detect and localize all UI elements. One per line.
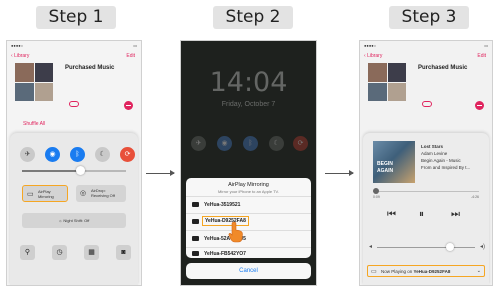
night-shift-button[interactable]: ☼ Night Shift: Off	[22, 213, 126, 228]
shuffle-all-button[interactable]: Shuffle All	[23, 121, 45, 127]
remaining-time: -4:26	[471, 195, 479, 199]
apple-tv-icon	[192, 202, 199, 207]
airplane-mode-icon[interactable]: ✈	[191, 136, 206, 151]
back-label: Library	[367, 53, 383, 59]
airdrop-icon: ◎	[80, 190, 87, 197]
edit-button[interactable]: Edit	[126, 53, 135, 59]
status-bar: ●●●●○ ▭	[360, 41, 492, 49]
do-not-disturb-icon[interactable]: ☾	[269, 136, 284, 151]
brightness-slider[interactable]	[22, 166, 126, 175]
apple-tv-icon	[192, 236, 199, 241]
device-row-selected[interactable]: YeHua-D9252FA8	[186, 213, 311, 230]
night-shift-label: Night Shift: Off	[63, 218, 90, 223]
slider-knob[interactable]	[76, 166, 86, 175]
tutorial-figure: Step 1 Step 2 Step 3 ●●●●○ ▭ ‹ Library E…	[0, 0, 498, 286]
battery-icon: ▭	[484, 43, 488, 48]
now-playing-artwork: BEGIN AGAIN	[373, 141, 415, 183]
track-times: 0:09 -4:26	[373, 195, 479, 199]
do-not-disturb-icon[interactable]: ☾	[95, 147, 110, 162]
back-button[interactable]: ‹ Library	[11, 53, 29, 59]
cloud-download-icon[interactable]	[69, 101, 79, 107]
back-label: Library	[14, 53, 30, 59]
control-center: ✈ ◉ ᛒ ☾ ⟳ ▭ AirPlay Mirroring ◎ AirDrop:…	[10, 133, 138, 285]
now-playing-on-device-bar[interactable]: ▭ Now Playing on YeHua-D9252FA8 ⌄	[367, 265, 485, 277]
volume-low-icon: ◂	[369, 244, 373, 250]
device-name: YeHua-FB542YO7	[204, 251, 246, 257]
airplay-sheet: AirPlay Mirroring Mirror your iPhone to …	[186, 178, 311, 258]
chevron-down-icon[interactable]: ⌄	[477, 268, 481, 274]
rotation-lock-icon[interactable]: ⟳	[120, 147, 135, 162]
device-name: YeHua-3519521	[204, 202, 241, 208]
step-1-label: Step 1	[36, 6, 116, 29]
artwork-text: BEGIN	[377, 161, 393, 167]
device-row[interactable]: YeHua-3519521	[186, 196, 311, 213]
sheet-subtitle: Mirror your iPhone to an Apple TV.	[218, 189, 279, 194]
track-artist: Adam Levine	[421, 151, 448, 156]
volume-knob[interactable]	[445, 243, 454, 251]
cancel-button[interactable]: Cancel	[186, 263, 311, 279]
arrow-icon	[325, 170, 354, 176]
back-button[interactable]: ‹ Library	[364, 53, 382, 59]
edit-button[interactable]: Edit	[477, 53, 486, 59]
phone-screen-control-center: ●●●●○ ▭ ‹ Library Edit Purchased Music S…	[6, 40, 142, 286]
timer-icon[interactable]: ◷	[52, 245, 67, 260]
remove-icon[interactable]	[475, 101, 484, 110]
track-album: From and Inspired By t...	[421, 165, 471, 170]
phone-screen-now-playing: ●●●●○ ▭ ‹ Library Edit Purchased Music B…	[359, 40, 493, 286]
battery-icon: ▭	[133, 43, 137, 48]
elapsed-time: 0:09	[373, 195, 380, 199]
device-row[interactable]: YeHua-52AC2GJ5	[186, 230, 311, 247]
pause-icon[interactable]: ⏸	[419, 209, 424, 220]
airdrop-button[interactable]: ◎ AirDrop: Receiving Off	[76, 185, 126, 202]
lock-time: 14:04	[209, 67, 288, 98]
phone-screen-airplay-picker: 14:04 Friday, October 7 ✈ ◉ ᛒ ☾ ⟳ AirPla…	[180, 40, 317, 286]
airplay-icon: ▭	[371, 269, 377, 275]
apple-tv-icon	[192, 219, 199, 224]
now-playing-on-text: Now Playing on YeHua-D9252FA8	[381, 269, 450, 274]
wifi-icon[interactable]: ◉	[217, 136, 232, 151]
next-track-icon[interactable]: ⏭	[451, 209, 460, 220]
signal-icon: ●●●●○	[11, 43, 24, 48]
now-playing-device: YeHua-D9252FA8	[413, 269, 451, 274]
track-progress-bar[interactable]	[373, 188, 479, 194]
now-playing-card: BEGIN AGAIN Lost Stars Adam Levine Begin…	[363, 133, 489, 285]
album-artwork	[15, 63, 53, 101]
airplay-icon: ▭	[27, 191, 34, 198]
wifi-icon[interactable]: ◉	[45, 147, 60, 162]
bluetooth-icon[interactable]: ᛒ	[243, 136, 258, 151]
airdrop-label: AirDrop: Receiving Off	[91, 188, 115, 198]
device-row[interactable]: YeHua-FB542YO7	[186, 247, 311, 258]
album-title: Purchased Music	[65, 65, 115, 71]
volume-high-icon: ◂)	[479, 244, 485, 250]
bluetooth-icon[interactable]: ᛒ	[70, 147, 85, 162]
rotation-lock-icon[interactable]: ⟳	[293, 136, 308, 151]
airplane-mode-icon[interactable]: ✈	[20, 147, 35, 162]
airplay-label: AirPlay Mirroring	[38, 189, 54, 199]
progress-knob[interactable]	[373, 188, 379, 194]
tap-hand-icon	[228, 221, 243, 243]
flashlight-icon[interactable]: ⚲	[20, 245, 35, 260]
calculator-icon[interactable]: ▦	[84, 245, 99, 260]
airplay-mirroring-button[interactable]: ▭ AirPlay Mirroring	[22, 185, 68, 202]
step-3-label: Step 3	[389, 6, 469, 29]
track-album: Begin Again - Music	[421, 158, 461, 163]
track-title: Lost Stars	[421, 144, 444, 149]
previous-track-icon[interactable]: ⏮	[387, 209, 396, 220]
album-title: Purchased Music	[418, 65, 468, 71]
step-2-label: Step 2	[213, 6, 293, 29]
artwork-text: AGAIN	[377, 168, 394, 174]
signal-icon: ●●●●○	[364, 43, 377, 48]
status-bar: ●●●●○ ▭	[7, 41, 141, 49]
cloud-download-icon[interactable]	[422, 101, 432, 107]
camera-icon[interactable]: ◙	[116, 245, 131, 260]
album-artwork	[368, 63, 406, 101]
remove-icon[interactable]	[124, 101, 133, 110]
arrow-icon	[146, 170, 175, 176]
volume-slider[interactable]	[377, 243, 475, 251]
track-meta: Lost Stars Adam Levine Begin Again - Mus…	[421, 143, 470, 171]
sheet-title: AirPlay Mirroring	[228, 182, 269, 188]
now-playing-prefix: Now Playing on	[381, 269, 413, 274]
lock-date: Friday, October 7	[221, 101, 276, 108]
apple-tv-icon	[192, 251, 199, 256]
